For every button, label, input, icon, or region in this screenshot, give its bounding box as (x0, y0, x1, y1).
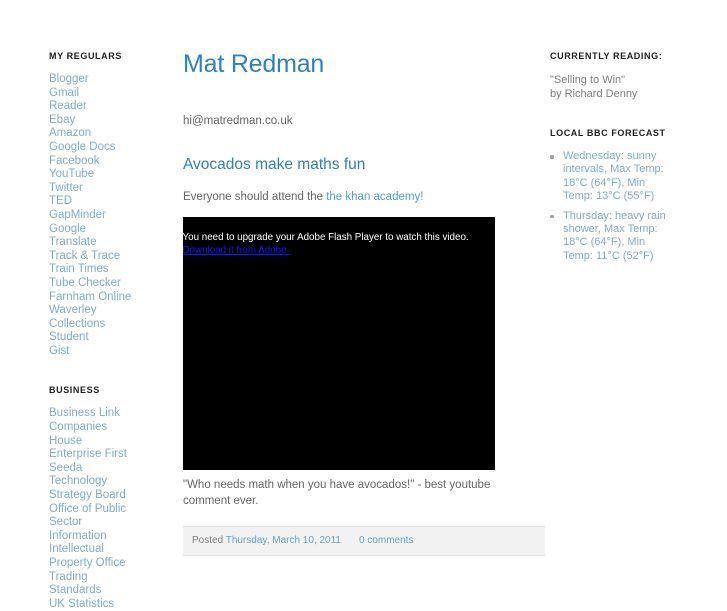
list-item: Office of Public Sector Information (49, 503, 135, 544)
list-item: Tube Checker (49, 277, 135, 291)
post-comments-link[interactable]: 0 comments (359, 535, 413, 546)
page-columns: MY REGULARS Blogger Gmail Reader Ebay Am… (0, 50, 727, 611)
flash-upgrade-text: You need to upgrade your Adobe Flash Pla… (183, 232, 469, 243)
sidebar-link-track-and-trace[interactable]: Track & Trace (49, 250, 135, 264)
post-date-link[interactable]: Thursday, March 10, 2011 (226, 535, 341, 546)
post-intro: Everyone should attend the the khan acad… (183, 190, 517, 205)
sidebar-link-google-translate[interactable]: Google Translate (49, 223, 135, 250)
sidebar-link-google-docs[interactable]: Google Docs (49, 141, 135, 155)
post-intro-text-after: ! (420, 191, 424, 203)
flash-upgrade-message: You need to upgrade your Adobe Flash Pla… (183, 231, 495, 257)
sidebar-heading-currently-reading: CURRENTLY READING: (550, 51, 663, 61)
sidebar-link-gist[interactable]: Gist (49, 345, 135, 359)
list-item: UK Statistics (49, 598, 135, 611)
list-item: Blogger (49, 73, 135, 87)
list-item: Farnham Online (49, 291, 135, 305)
currently-reading-book: "Selling to Win" by Richard Denny (550, 73, 677, 101)
forecast-thursday: Thursday: heavy rain shower, Max Temp: 1… (563, 209, 666, 262)
sidebar-heading-local-bbc-forecast: LOCAL BBC FORECAST (550, 128, 666, 138)
list-item: Google Docs (49, 141, 135, 155)
list-item: Companies House (49, 421, 135, 448)
business-link-list: Business Link Companies House Enterprise… (49, 407, 135, 611)
sidebar-link-gmail[interactable]: Gmail (49, 87, 135, 101)
sidebar-link-enterprise-first[interactable]: Enterprise First (49, 448, 135, 462)
list-item: Student (49, 331, 135, 345)
post-intro-text-before: Everyone should attend the (183, 191, 327, 203)
sidebar-link-intellectual-property-office[interactable]: Intellectual Property Office (49, 543, 135, 570)
sidebar-link-gapminder[interactable]: GapMinder (49, 209, 135, 223)
forecast-list: Wednesday: sunny intervals, Max Temp: 18… (550, 150, 677, 263)
sidebar-link-facebook[interactable]: Facebook (49, 155, 135, 169)
post-footer: Posted Thursday, March 10, 2011 0 comment… (183, 526, 545, 556)
list-item: Technology Strategy Board (49, 475, 135, 502)
sidebar-link-twitter[interactable]: Twitter (49, 182, 135, 196)
list-item: Reader (49, 100, 135, 114)
forecast-wednesday: Wednesday: sunny intervals, Max Temp: 18… (563, 150, 664, 203)
sidebar-link-waverley-collections[interactable]: Waverley Collections (49, 304, 135, 331)
list-item: Trading Standards (49, 571, 135, 598)
list-item: Waverley Collections (49, 304, 135, 331)
list-item: Thursday: heavy rain shower, Max Temp: 1… (550, 210, 675, 264)
list-item: Intellectual Property Office (49, 543, 135, 570)
list-item: Amazon (49, 127, 135, 141)
list-item: YouTube (49, 168, 135, 182)
sidebar-link-trading-standards[interactable]: Trading Standards (49, 571, 135, 598)
khan-academy-link[interactable]: the khan academy (326, 191, 420, 203)
list-item: GapMinder (49, 209, 135, 223)
list-item: Wednesday: sunny intervals, Max Temp: 18… (550, 150, 675, 204)
video-player-placeholder[interactable]: You need to upgrade your Adobe Flash Pla… (183, 217, 495, 470)
sidebar-link-companies-house[interactable]: Companies House (49, 421, 135, 448)
book-author: by Richard Denny (550, 88, 638, 100)
sidebar-link-technology-strategy-board[interactable]: Technology Strategy Board (49, 475, 135, 502)
sidebar-link-blogger[interactable]: Blogger (49, 73, 135, 87)
list-item: TED (49, 195, 135, 209)
list-item: Gmail (49, 87, 135, 101)
book-title: "Selling to Win" (550, 74, 626, 86)
sidebar-link-reader[interactable]: Reader (49, 100, 135, 114)
list-item: Train Times (49, 263, 135, 277)
list-item: Seeda (49, 462, 135, 476)
sidebar-link-ted[interactable]: TED (49, 195, 135, 209)
sidebar-link-farnham-online[interactable]: Farnham Online (49, 291, 135, 305)
sidebar-link-business-link[interactable]: Business Link (49, 407, 135, 421)
bullet-icon (550, 155, 554, 159)
sidebar-link-amazon[interactable]: Amazon (49, 127, 135, 141)
post-title[interactable]: Avocados make maths fun (183, 155, 517, 174)
sidebar-link-train-times[interactable]: Train Times (49, 263, 135, 277)
sidebar-link-tube-checker[interactable]: Tube Checker (49, 277, 135, 291)
posted-label: Posted (192, 535, 224, 546)
list-item: Twitter (49, 182, 135, 196)
main-content: Mat Redman hi@matredman.co.uk Avocados m… (135, 50, 545, 556)
list-item: Enterprise First (49, 448, 135, 462)
list-item: Google Translate (49, 223, 135, 250)
list-item: Ebay (49, 114, 135, 128)
contact-email: hi@matredman.co.uk (183, 115, 293, 127)
sidebar-link-ebay[interactable]: Ebay (49, 114, 135, 128)
my-regulars-link-list: Blogger Gmail Reader Ebay Amazon Google … (49, 73, 135, 358)
right-sidebar: CURRENTLY READING: "Selling to Win" by R… (517, 50, 677, 269)
list-item: Business Link (49, 407, 135, 421)
sidebar-link-office-of-public-sector-information[interactable]: Office of Public Sector Information (49, 503, 135, 544)
sidebar-link-youtube[interactable]: YouTube (49, 168, 135, 182)
left-sidebar: MY REGULARS Blogger Gmail Reader Ebay Am… (0, 50, 135, 611)
list-item: Facebook (49, 155, 135, 169)
sidebar-heading-my-regulars: MY REGULARS (49, 51, 122, 61)
sidebar-link-uk-statistics[interactable]: UK Statistics (49, 598, 135, 611)
blog-page: MY REGULARS Blogger Gmail Reader Ebay Am… (0, 0, 727, 610)
list-item: Track & Trace (49, 250, 135, 264)
adobe-download-link[interactable]: Download it from Adobe. (183, 245, 289, 256)
blog-title[interactable]: Mat Redman (183, 50, 517, 79)
list-item: Gist (49, 345, 135, 359)
bullet-icon (550, 214, 554, 219)
post-body: "Who needs math when you have avocados!"… (183, 479, 491, 507)
sidebar-heading-business: BUSINESS (49, 385, 100, 396)
sidebar-link-student[interactable]: Student (49, 331, 135, 345)
sidebar-link-seeda[interactable]: Seeda (49, 462, 135, 476)
